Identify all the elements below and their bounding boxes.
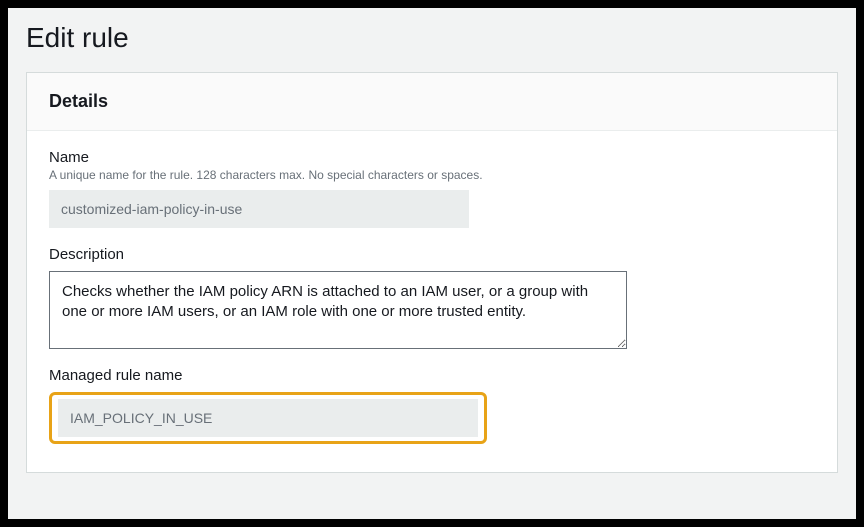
details-panel: Details Name A unique name for the rule.… — [26, 72, 838, 473]
description-textarea[interactable] — [49, 271, 627, 349]
managed-rule-name-label: Managed rule name — [49, 367, 815, 384]
managed-rule-name-field-group: Managed rule name — [49, 367, 815, 444]
page-wrapper: Edit rule Details Name A unique name for… — [8, 8, 856, 519]
managed-rule-name-input — [58, 399, 478, 437]
details-panel-title: Details — [49, 91, 815, 112]
name-field-group: Name A unique name for the rule. 128 cha… — [49, 149, 815, 228]
details-panel-body: Name A unique name for the rule. 128 cha… — [27, 131, 837, 472]
name-input — [49, 190, 469, 228]
name-help-text: A unique name for the rule. 128 characte… — [49, 168, 815, 182]
highlight-box — [49, 392, 487, 444]
page-title: Edit rule — [8, 8, 856, 72]
description-label: Description — [49, 246, 815, 263]
details-panel-header: Details — [27, 73, 837, 131]
description-field-group: Description — [49, 246, 815, 349]
name-label: Name — [49, 149, 815, 166]
